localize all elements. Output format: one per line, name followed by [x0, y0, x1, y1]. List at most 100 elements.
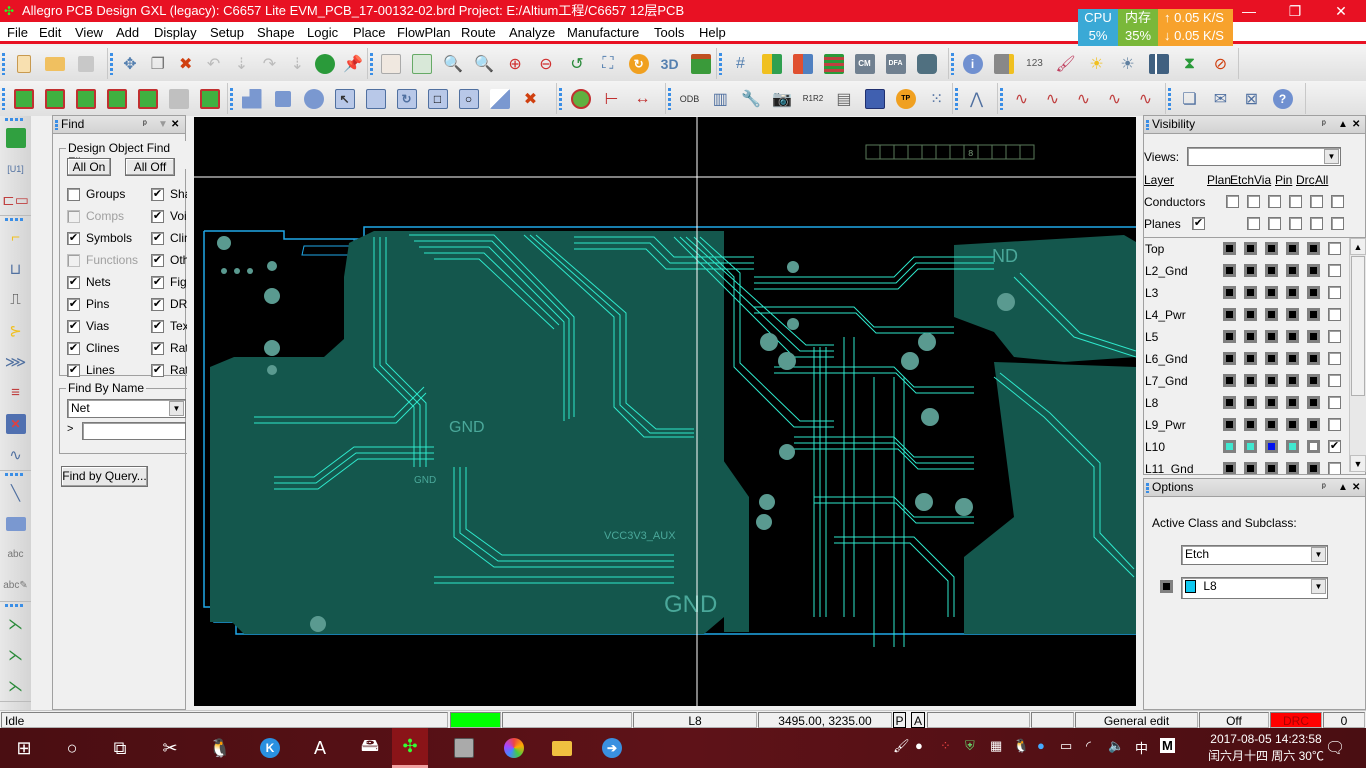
- shape-select-icon[interactable]: ↖: [329, 86, 360, 112]
- ime-mode-indicator[interactable]: M: [1160, 738, 1175, 753]
- layer-color-swatch[interactable]: [1286, 352, 1299, 365]
- sigx-book-icon[interactable]: ∿: [1037, 86, 1068, 112]
- action-center-icon[interactable]: 🗨: [1325, 738, 1345, 758]
- ime-indicator[interactable]: 中: [1135, 738, 1148, 757]
- all-off-button[interactable]: All Off: [125, 158, 175, 176]
- layer-color-swatch[interactable]: [1244, 242, 1257, 255]
- layer-color-swatch[interactable]: [1286, 264, 1299, 277]
- constraint-manager-icon[interactable]: CM: [849, 51, 880, 77]
- hourglass-icon[interactable]: ⧗: [1174, 51, 1205, 77]
- layer-all-checkbox[interactable]: ✔: [1328, 440, 1341, 453]
- column-header-via[interactable]: Via: [1254, 173, 1271, 187]
- layer-color-swatch[interactable]: [1286, 396, 1299, 409]
- layer-color-swatch[interactable]: [1223, 286, 1236, 299]
- restore-button[interactable]: ❐: [1272, 0, 1318, 22]
- menu-help[interactable]: Help: [699, 24, 726, 42]
- window-manager-icon[interactable]: ⊠: [1236, 86, 1267, 112]
- copy-icon[interactable]: ❐: [144, 51, 172, 77]
- spread-icon[interactable]: ⋙: [0, 346, 31, 377]
- find-filter-clines[interactable]: ✔ Clines: [67, 341, 142, 355]
- ratsnest-icon[interactable]: [407, 51, 438, 77]
- layer-color-swatch[interactable]: [1244, 374, 1257, 387]
- start-icon[interactable]: ⊞: [0, 728, 48, 768]
- panel-close-icon[interactable]: ✕: [1352, 116, 1360, 133]
- menu-flowplan[interactable]: FlowPlan: [397, 24, 450, 42]
- sigx-checklist-icon[interactable]: ∿: [1099, 86, 1130, 112]
- layer-color-swatch[interactable]: [1223, 374, 1236, 387]
- add-line-icon[interactable]: ╲: [0, 477, 31, 508]
- zoom-world-icon[interactable]: ⛶: [592, 51, 623, 77]
- checkbox[interactable]: ✔: [67, 275, 80, 289]
- dfa-browser-icon[interactable]: DFA: [880, 51, 911, 77]
- color-dialog-icon[interactable]: [756, 51, 787, 77]
- connect-part-icon[interactable]: ⊏▭: [0, 184, 31, 215]
- planes-checkbox[interactable]: [1331, 217, 1344, 230]
- fanout-icon[interactable]: [101, 86, 132, 112]
- photos-icon[interactable]: [490, 728, 538, 768]
- scroll-down-icon[interactable]: ▼: [1350, 455, 1366, 472]
- add-rect-icon[interactable]: [0, 508, 31, 539]
- delay-tune-icon[interactable]: ⎍: [0, 284, 31, 315]
- find-filter-figures[interactable]: ✔ Figures: [151, 275, 187, 289]
- layer-color-swatch[interactable]: [1244, 330, 1257, 343]
- column-header-drc[interactable]: Drc: [1296, 173, 1315, 187]
- pin-icon[interactable]: ᵖ: [143, 116, 147, 133]
- via-structure-icon[interactable]: ⋀: [961, 86, 992, 112]
- shape-circle-void-icon[interactable]: ○: [453, 86, 484, 112]
- layer-color-swatch[interactable]: [1223, 462, 1236, 474]
- find-filter-cline-segs[interactable]: ✔ Cline segs: [151, 231, 187, 245]
- chevron-down-icon[interactable]: ▼: [1324, 149, 1339, 164]
- shape-rect-void-icon[interactable]: □: [422, 86, 453, 112]
- odb-export-icon[interactable]: ODB: [674, 86, 705, 112]
- menu-route[interactable]: Route: [461, 24, 496, 42]
- menu-setup[interactable]: Setup: [210, 24, 244, 42]
- find-filter-groups[interactable]: Groups: [67, 187, 142, 201]
- checkbox[interactable]: ✔: [151, 275, 164, 289]
- layer-color-swatch[interactable]: [1286, 374, 1299, 387]
- place-manual-icon[interactable]: [8, 86, 39, 112]
- pcb-design-canvas[interactable]: 8 GND GND GND VCC3V3_AUX ND: [194, 117, 1136, 706]
- checkbox[interactable]: ✔: [67, 363, 80, 377]
- system-clock[interactable]: 2017-08-05 14:23:58 闰六月十四 周六 30℃: [1208, 731, 1324, 765]
- layer-color-swatch[interactable]: [1223, 308, 1236, 321]
- checkbox[interactable]: ✔: [67, 319, 80, 333]
- planes-checkbox[interactable]: [1310, 217, 1323, 230]
- layer-color-swatch[interactable]: [1244, 396, 1257, 409]
- collapse-icon[interactable]: ▼: [158, 116, 168, 133]
- array-icon[interactable]: ⁙: [921, 86, 952, 112]
- conductors-checkbox[interactable]: [1289, 195, 1302, 208]
- conductors-checkbox[interactable]: [1331, 195, 1344, 208]
- checkbox[interactable]: ✔: [151, 341, 164, 355]
- shape-rect-icon[interactable]: [267, 86, 298, 112]
- add-connect-icon[interactable]: ⌐: [0, 222, 31, 253]
- pcb-editor-taskbar-icon[interactable]: [440, 728, 488, 768]
- layer-all-checkbox[interactable]: [1328, 462, 1341, 474]
- kugou-tray-icon[interactable]: ●: [1037, 738, 1045, 753]
- wifi-tray-icon[interactable]: ◜: [1086, 738, 1091, 754]
- layer-color-swatch[interactable]: [1286, 308, 1299, 321]
- layer-color-swatch[interactable]: [1307, 418, 1320, 431]
- planes-checkbox[interactable]: ✔: [1192, 217, 1205, 230]
- layer-all-checkbox[interactable]: [1328, 418, 1341, 431]
- new-file-icon[interactable]: [8, 51, 39, 77]
- allegro-pcb-taskbar-icon[interactable]: ✣: [392, 728, 428, 768]
- layer-color-swatch[interactable]: [1286, 286, 1299, 299]
- collapse-up-icon[interactable]: ▲: [1338, 479, 1348, 496]
- mail-icon[interactable]: ✉: [1205, 86, 1236, 112]
- delete-icon[interactable]: ✖: [172, 51, 200, 77]
- qq-tray-icon[interactable]: 🐧: [1013, 738, 1029, 754]
- phase-tune-icon[interactable]: ∿: [0, 439, 31, 470]
- layer-color-swatch[interactable]: [1223, 440, 1236, 453]
- documents-icon[interactable]: ❏: [1174, 86, 1205, 112]
- menu-shape[interactable]: Shape: [257, 24, 295, 42]
- help-icon[interactable]: ?: [1267, 86, 1298, 112]
- layer-color-swatch[interactable]: [1265, 264, 1278, 277]
- find-name-input[interactable]: [82, 422, 186, 440]
- find-filter-drc-errors[interactable]: ✔ DRC errors: [151, 297, 187, 311]
- conductors-checkbox[interactable]: [1247, 195, 1260, 208]
- menu-analyze[interactable]: Analyze: [509, 24, 555, 42]
- zoom-fit-icon[interactable]: 🔍: [438, 51, 469, 77]
- column-header-etch[interactable]: Etch: [1230, 173, 1254, 187]
- checkbox[interactable]: ✔: [151, 187, 164, 201]
- layer-color-swatch[interactable]: [1265, 374, 1278, 387]
